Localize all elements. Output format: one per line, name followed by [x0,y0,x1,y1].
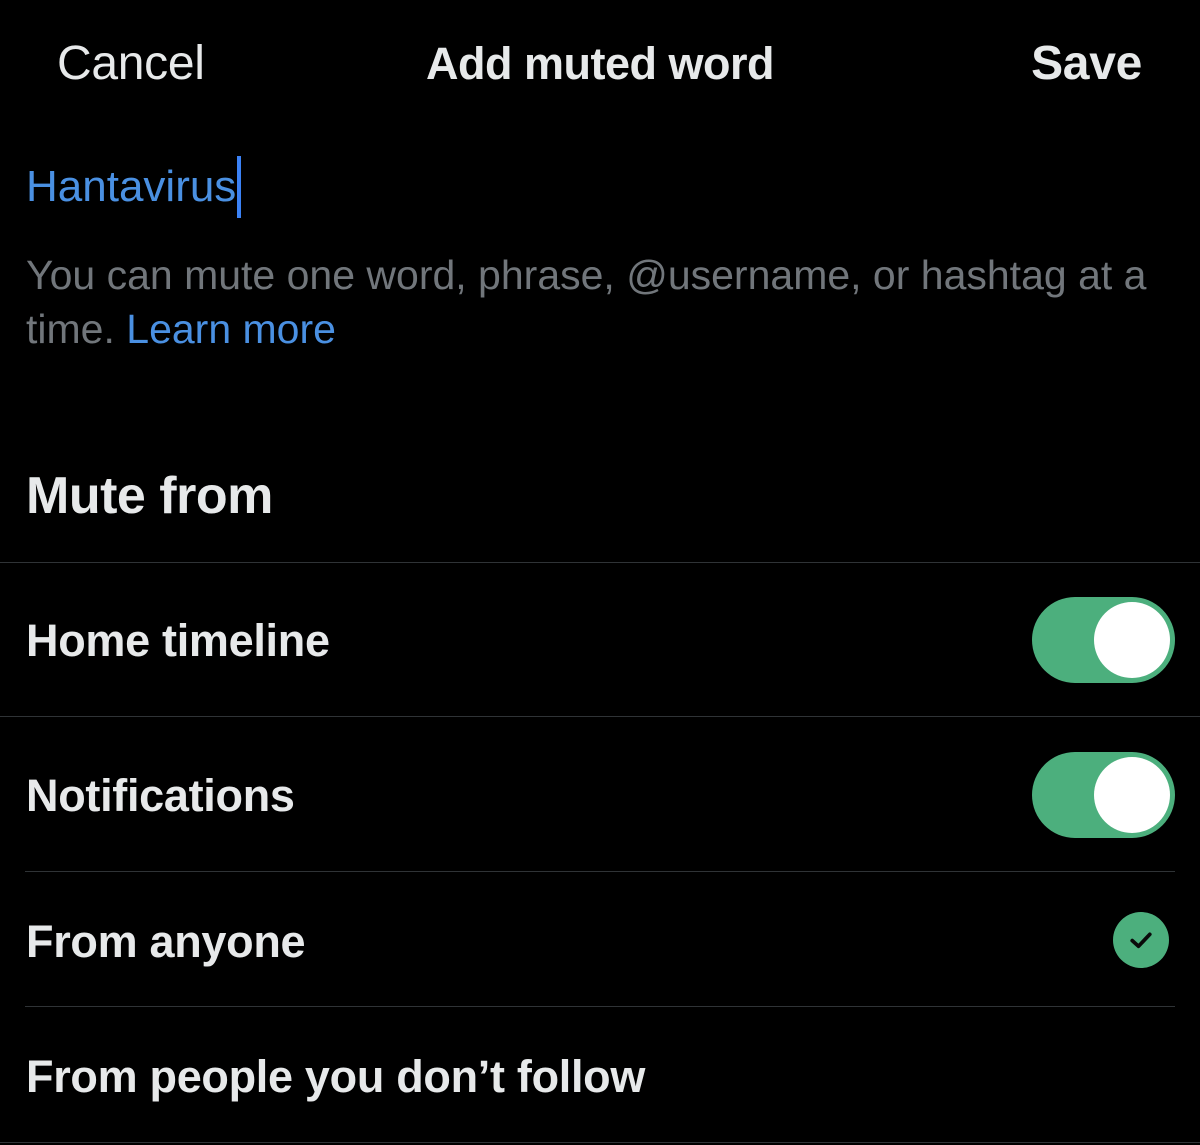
add-muted-word-screen: Cancel Add muted word Save Hantavirus Yo… [0,0,1200,1145]
notifications-row[interactable]: Notifications [0,717,1200,871]
from-anyone-label: From anyone [26,916,306,967]
toggle-knob [1094,757,1170,833]
from-non-followers-row[interactable]: From people you don’t follow [0,1007,1200,1141]
notifications-toggle[interactable] [1032,752,1175,838]
text-cursor [237,156,242,218]
header-bar: Cancel Add muted word Save [0,0,1200,125]
from-anyone-row[interactable]: From anyone [0,872,1200,1006]
divider [0,1142,1200,1143]
helper-text-block: You can mute one word, phrase, @username… [26,248,1176,356]
from-non-followers-label: From people you don’t follow [26,1051,646,1102]
home-timeline-toggle[interactable] [1032,597,1175,683]
page-title: Add muted word [426,38,774,89]
muted-word-input[interactable]: Hantavirus [26,155,242,219]
mute-from-heading: Mute from [26,467,273,525]
toggle-knob [1094,602,1170,678]
muted-word-input-value: Hantavirus [26,162,237,211]
notifications-label: Notifications [26,770,295,821]
save-button[interactable]: Save [1031,36,1142,91]
home-timeline-row[interactable]: Home timeline [0,563,1200,716]
home-timeline-label: Home timeline [26,615,330,666]
checkmark-icon [1113,912,1169,968]
learn-more-link[interactable]: Learn more [126,306,336,352]
